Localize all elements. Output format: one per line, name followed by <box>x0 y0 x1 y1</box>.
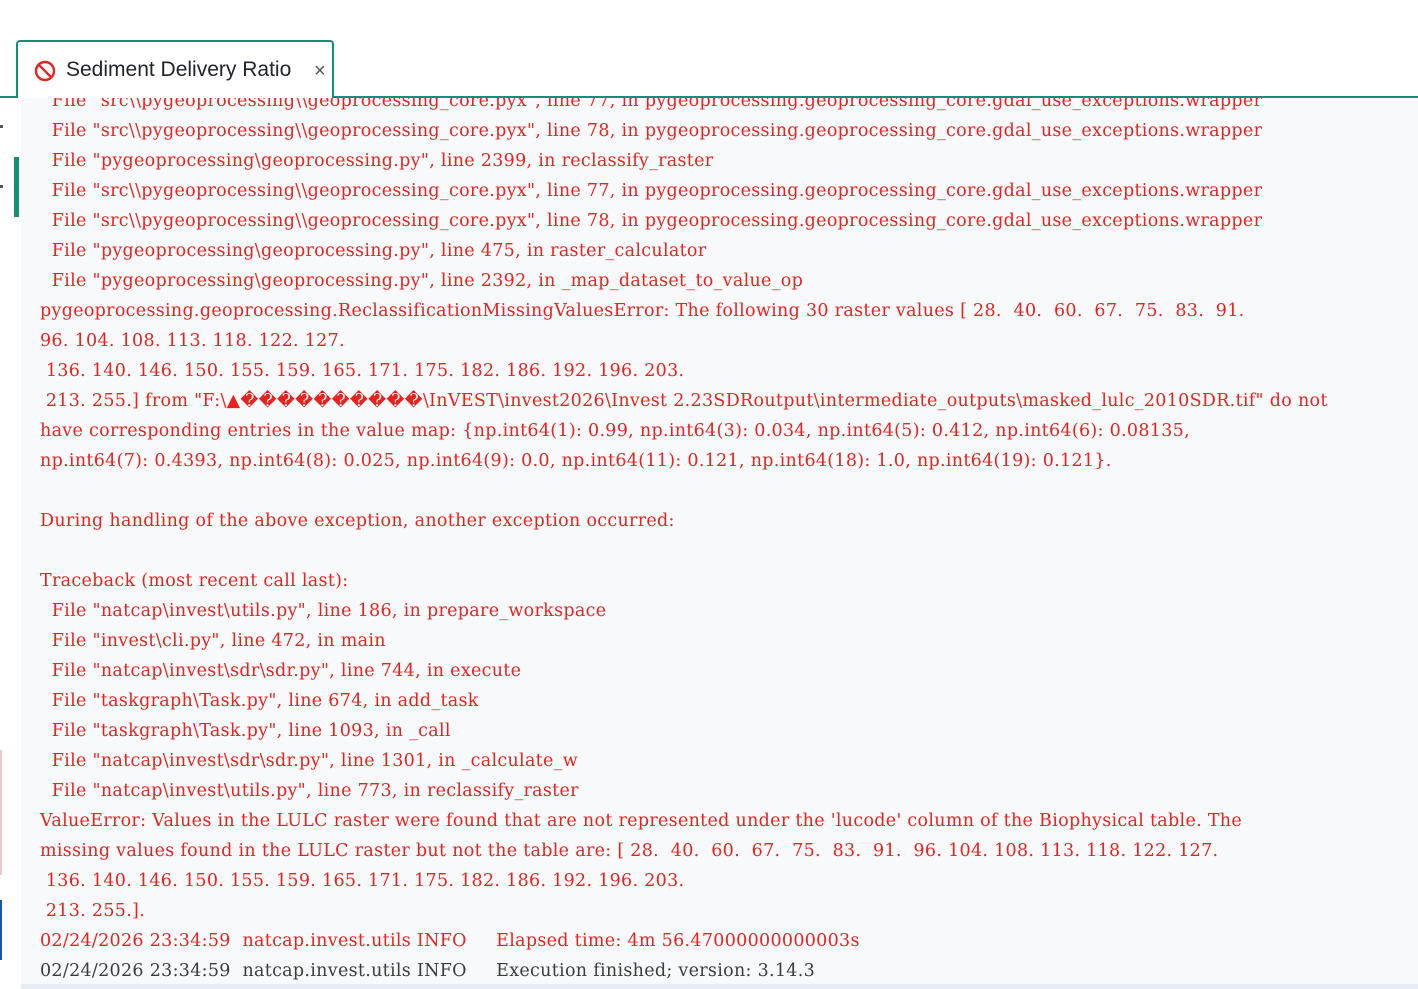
sidebar-marker <box>0 185 3 188</box>
log-line: 02/24/2026 23:34:59 natcap.invest.utils … <box>40 961 816 981</box>
log-line: File "taskgraph\Task.py", line 1093, in … <box>40 721 451 741</box>
log-line: File "natcap\invest\utils.py", line 773,… <box>40 781 579 801</box>
log-line: ValueError: Values in the LULC raster we… <box>40 811 1243 831</box>
log-line: File "natcap\invest\sdr\sdr.py", line 74… <box>40 661 522 681</box>
log-line: File "src\\pygeoprocessing\\geoprocessin… <box>40 98 1263 111</box>
log-line: File "src\\pygeoprocessing\\geoprocessin… <box>40 121 1263 141</box>
log-line: File "natcap\invest\utils.py", line 186,… <box>40 601 607 621</box>
log-line: 213. 255.]. <box>40 901 146 921</box>
log-line: File "src\\pygeoprocessing\\geoprocessin… <box>40 211 1263 231</box>
log-line: 213. 255.] from "F:\▲����������\InVEST\i… <box>40 391 1328 411</box>
top-bar <box>0 0 1418 40</box>
log-line: missing values found in the LULC raster … <box>40 841 1219 861</box>
sidebar-marker <box>0 900 2 960</box>
log-line: File "pygeoprocessing\geoprocessing.py",… <box>40 271 804 291</box>
tab-title: Sediment Delivery Ratio <box>66 58 292 81</box>
log-output-pane[interactable]: File "src\\pygeoprocessing\\geoprocessin… <box>21 98 1418 984</box>
log-line: File "natcap\invest\sdr\sdr.py", line 13… <box>40 751 578 771</box>
log-line: 02/24/2026 23:34:59 natcap.invest.utils … <box>40 931 860 951</box>
tab-sediment-delivery-ratio[interactable]: Sediment Delivery Ratio × <box>16 40 334 98</box>
log-line: 96. 104. 108. 113. 118. 122. 127. <box>40 331 345 351</box>
close-icon[interactable]: × <box>314 60 326 83</box>
log-line: 136. 140. 146. 150. 155. 159. 165. 171. … <box>40 361 685 381</box>
log-line: Traceback (most recent call last): <box>40 571 349 591</box>
error-prohibited-icon <box>34 60 56 82</box>
log-line: 136. 140. 146. 150. 155. 159. 165. 171. … <box>40 871 685 891</box>
left-sidebar-edge <box>0 98 21 989</box>
log-line: File "pygeoprocessing\geoprocessing.py",… <box>40 151 714 171</box>
log-line: During handling of the above exception, … <box>40 511 675 531</box>
sidebar-active-indicator <box>14 157 19 217</box>
log-line: File "taskgraph\Task.py", line 674, in a… <box>40 691 479 711</box>
log-line: File "invest\cli.py", line 472, in main <box>40 631 386 651</box>
log-line: have corresponding entries in the value … <box>40 421 1190 441</box>
log-line: File "pygeoprocessing\geoprocessing.py",… <box>40 241 707 261</box>
log-line: np.int64(7): 0.4393, np.int64(8): 0.025,… <box>40 451 1112 471</box>
log-line: File "src\\pygeoprocessing\\geoprocessin… <box>40 181 1263 201</box>
log-line: pygeoprocessing.geoprocessing.Reclassifi… <box>40 301 1245 321</box>
log-text: File "src\\pygeoprocessing\\geoprocessin… <box>40 98 1328 984</box>
sidebar-marker <box>0 750 2 875</box>
sidebar-marker <box>0 125 3 128</box>
bottom-scroll-edge <box>21 984 1418 989</box>
